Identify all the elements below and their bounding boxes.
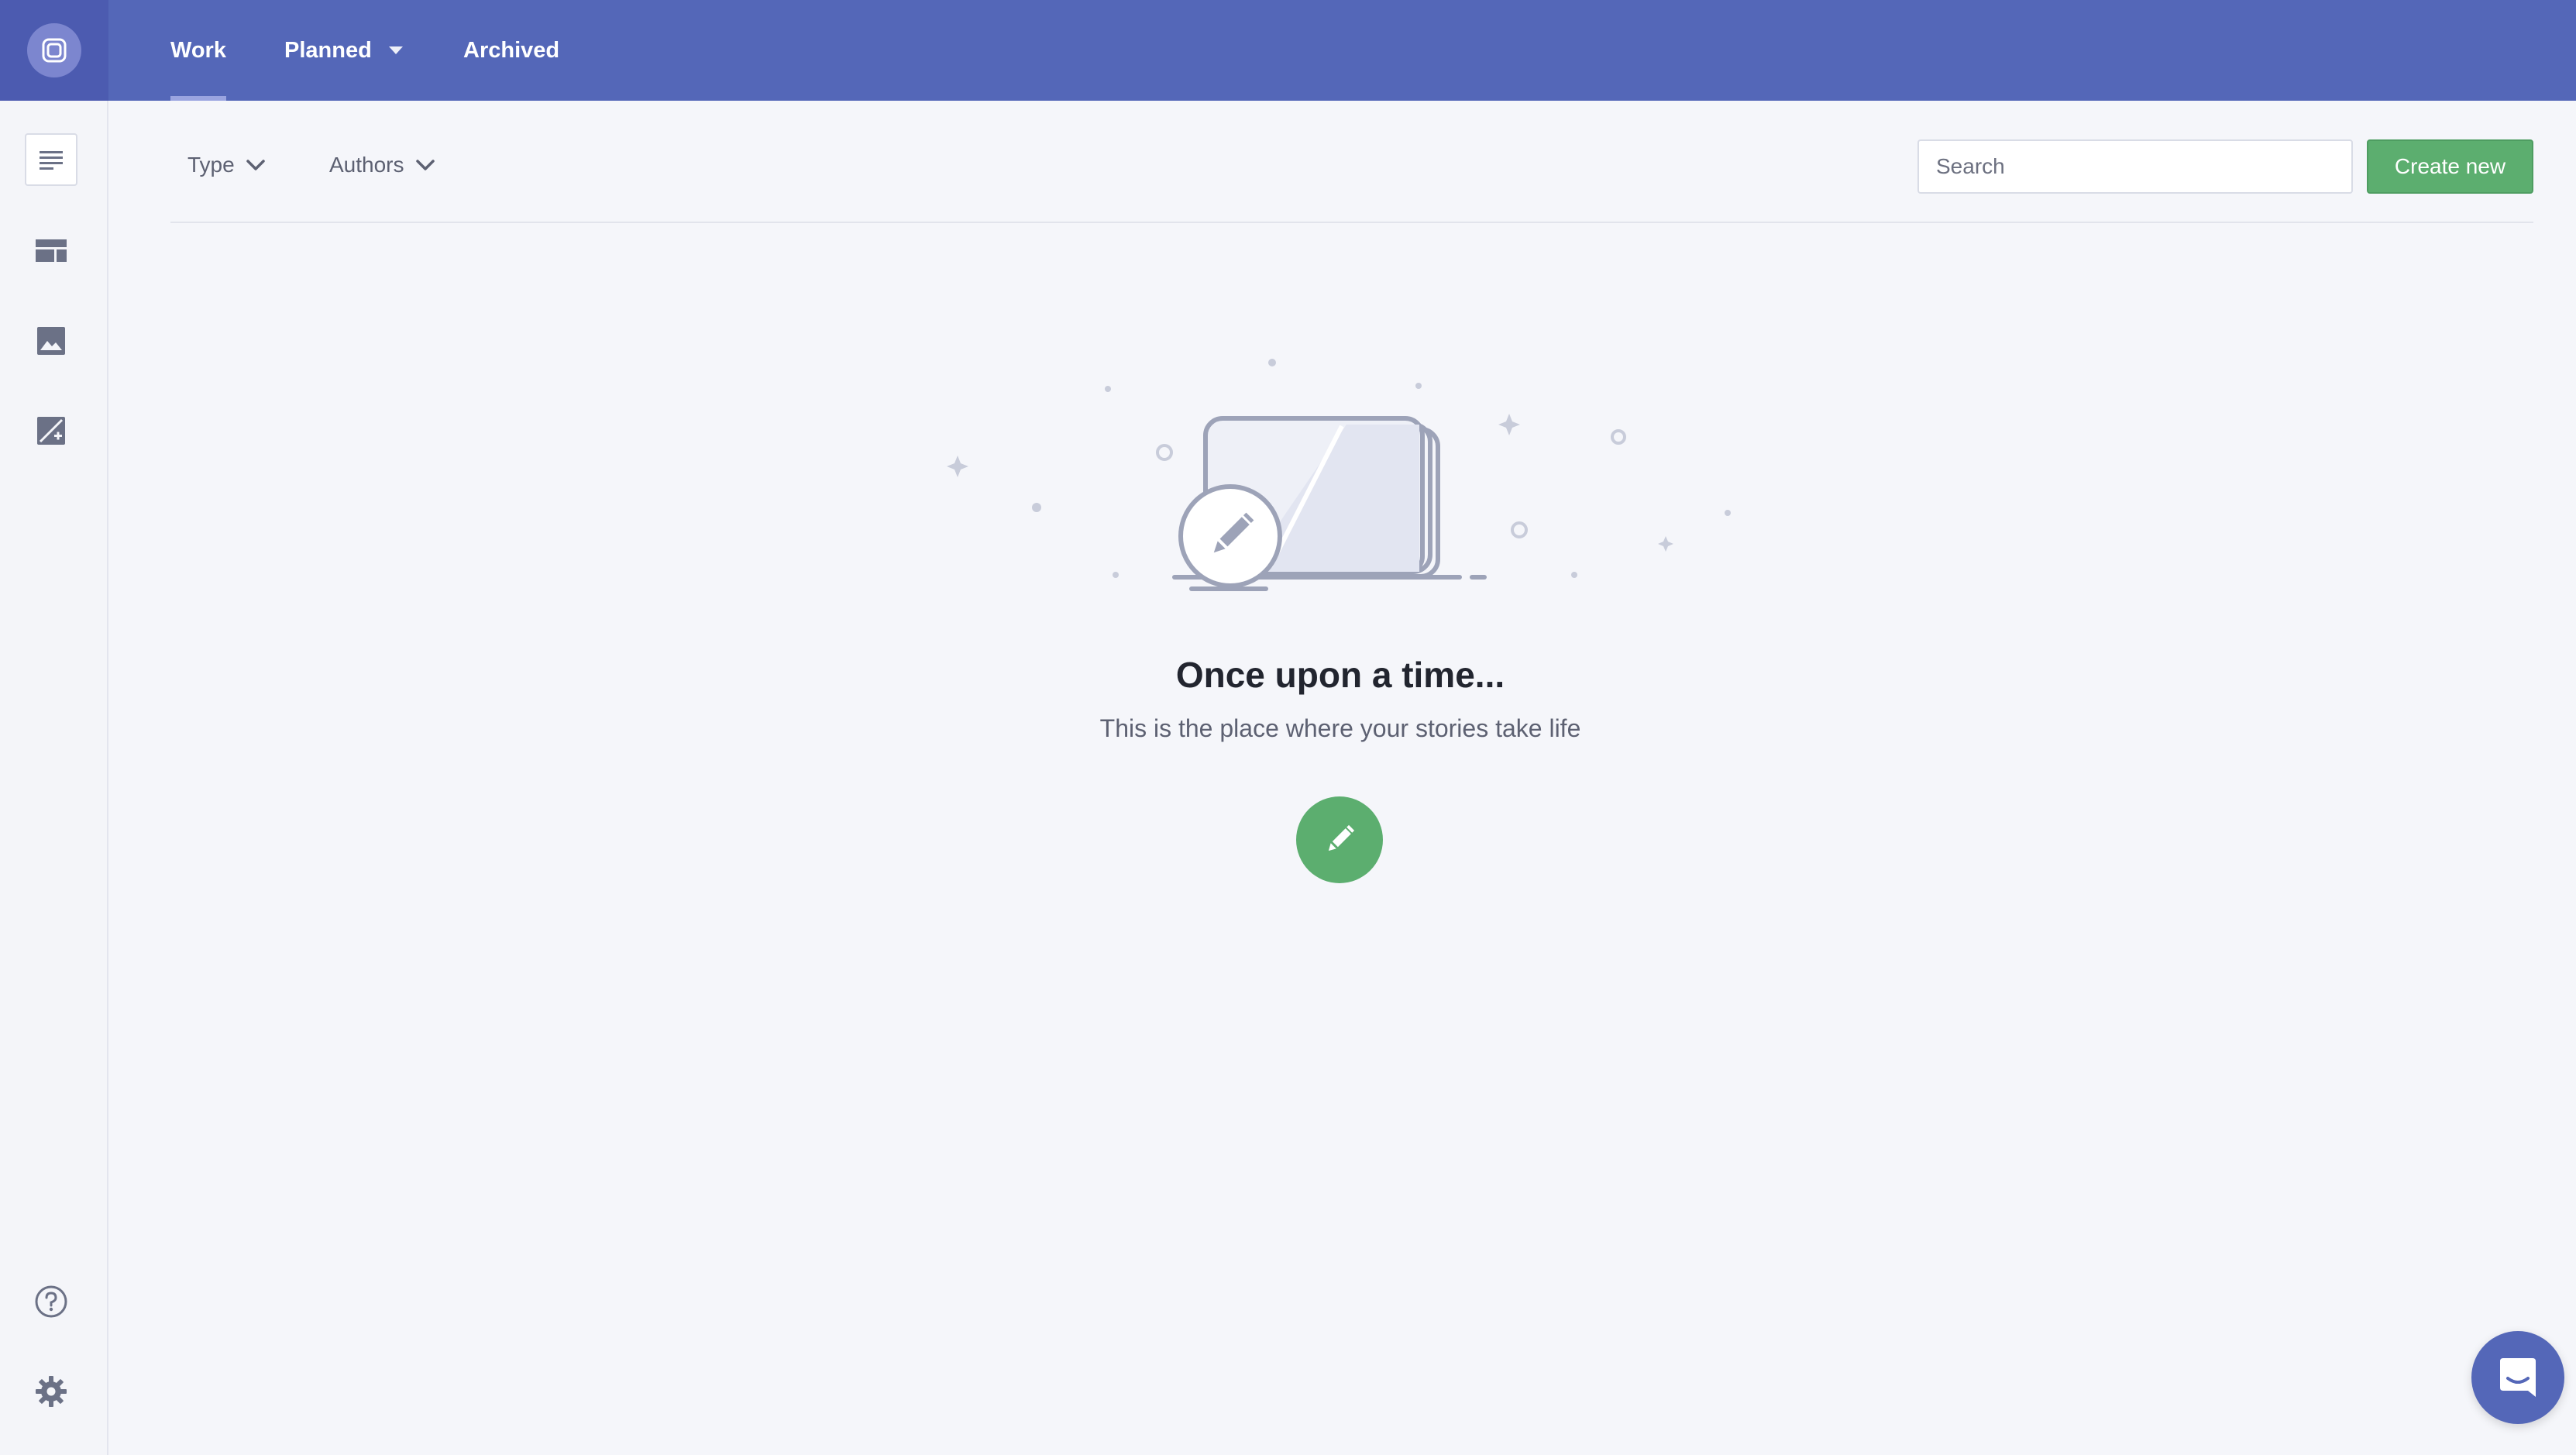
gear-icon (36, 1376, 67, 1407)
tab-work-label: Work (170, 37, 226, 63)
sidebar-item-help[interactable] (25, 1275, 77, 1328)
top-nav: Work Planned Archived (108, 0, 2576, 101)
active-tab-indicator (170, 96, 226, 101)
authors-filter-label: Authors (329, 153, 404, 177)
app-logo[interactable] (27, 23, 81, 77)
tab-archived-label: Archived (463, 37, 560, 63)
sidebar-item-media[interactable] (25, 315, 77, 367)
logo-icon (42, 38, 67, 63)
caret-down-icon (388, 46, 403, 54)
chat-icon (2500, 1358, 2536, 1397)
toolbar-divider (170, 222, 2533, 223)
chevron-down-icon (246, 160, 265, 170)
authors-filter[interactable]: Authors (329, 147, 435, 183)
tab-planned[interactable]: Planned (284, 0, 403, 101)
tab-archived[interactable]: Archived (463, 0, 559, 101)
document-lines-icon (40, 151, 63, 170)
sidebar-item-layouts[interactable] (25, 225, 77, 277)
new-story-button[interactable] (1296, 796, 1383, 883)
empty-state-title: Once upon a time... (1175, 655, 1505, 695)
image-icon (37, 327, 65, 355)
empty-state-subtitle: This is the place where your stories tak… (1099, 714, 1581, 742)
chat-launcher[interactable] (2471, 1331, 2564, 1424)
layout-icon (36, 239, 67, 262)
search-input[interactable] (1917, 139, 2353, 194)
sidebar-item-stories[interactable] (25, 133, 77, 186)
image-edit-icon (37, 417, 65, 445)
chevron-down-icon (415, 160, 435, 170)
pencil-icon (1328, 824, 1355, 851)
tab-planned-label: Planned (284, 37, 372, 63)
tab-work[interactable]: Work (170, 0, 226, 101)
create-new-button[interactable]: Create new (2367, 139, 2533, 194)
empty-state-illustration (947, 359, 1731, 591)
sidebar-item-settings[interactable] (25, 1365, 77, 1418)
type-filter-label: Type (187, 153, 235, 177)
logo-cell (0, 0, 108, 101)
type-filter[interactable]: Type (187, 147, 266, 183)
help-icon (35, 1285, 67, 1318)
sidebar-item-image-editor[interactable] (25, 404, 77, 457)
